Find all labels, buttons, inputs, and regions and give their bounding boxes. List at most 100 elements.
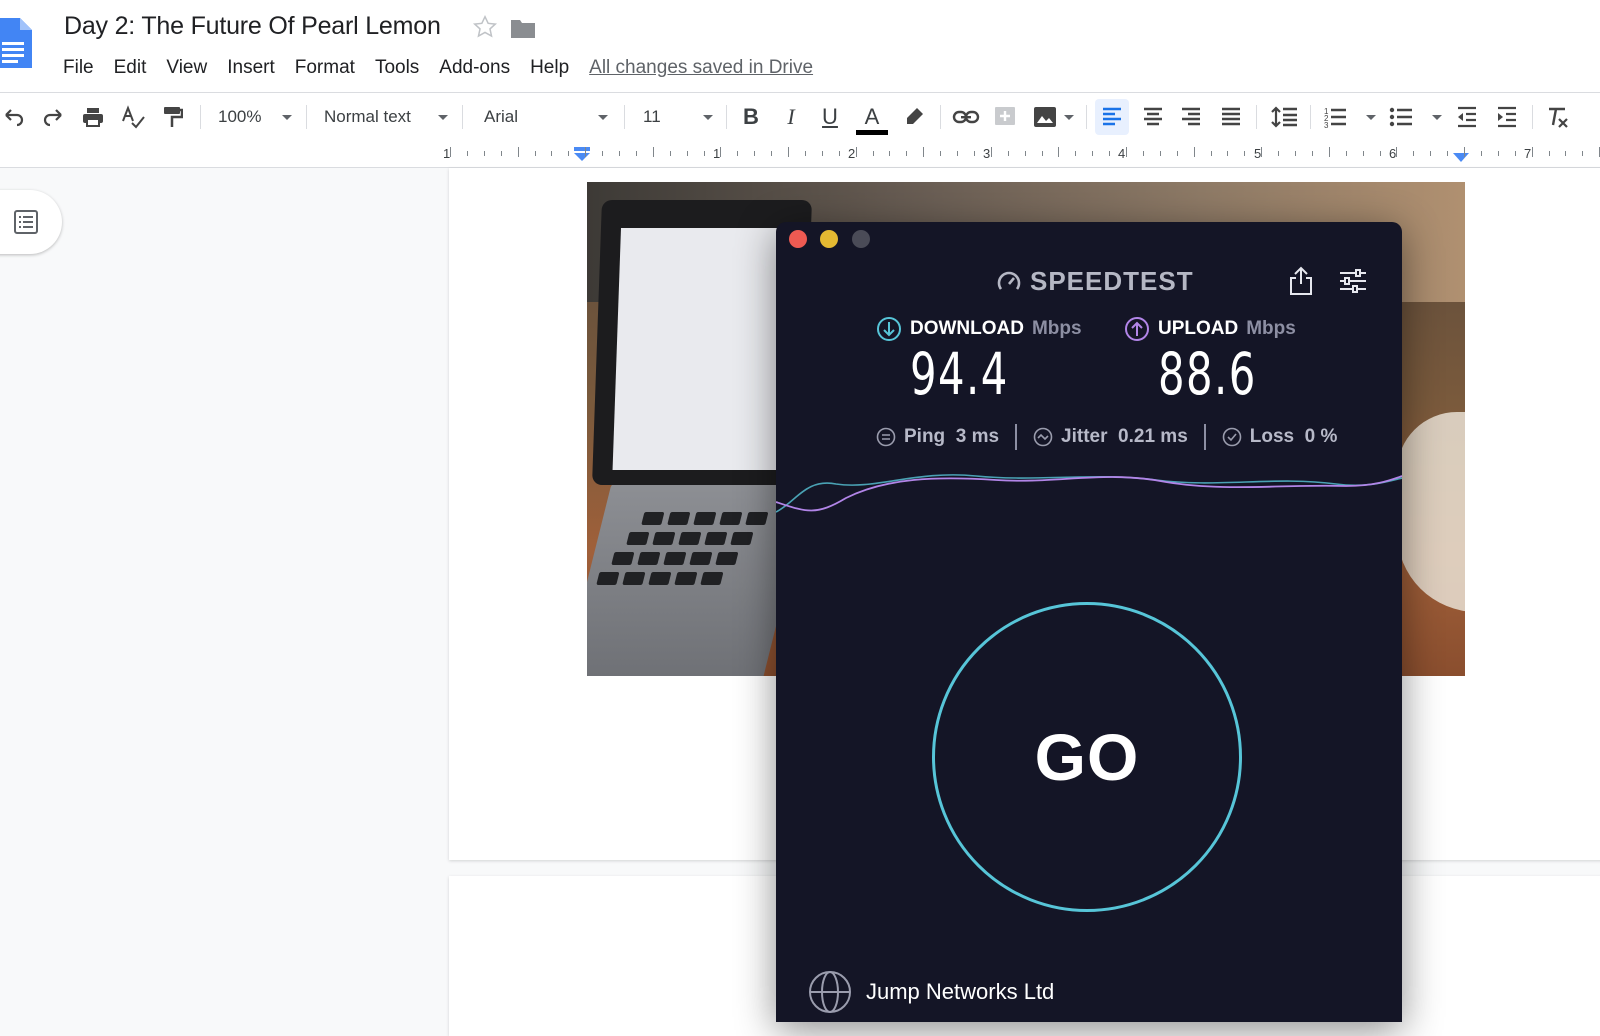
ruler-tick bbox=[703, 151, 705, 156]
settings-sliders-icon[interactable] bbox=[1338, 268, 1368, 294]
paint-format-button[interactable] bbox=[158, 93, 186, 141]
font-size-select[interactable]: 11 bbox=[643, 93, 713, 141]
ruler-tick bbox=[1379, 151, 1381, 156]
decrease-indent-button[interactable] bbox=[1452, 93, 1482, 141]
isp-name: Jump Networks Ltd bbox=[866, 979, 1055, 1004]
jitter-stat: Jitter 0.21 ms bbox=[1017, 426, 1204, 448]
insert-comment-button[interactable] bbox=[990, 93, 1020, 141]
text-color-button[interactable]: A bbox=[856, 93, 888, 141]
ruler-tick bbox=[1109, 151, 1111, 156]
align-center-button[interactable] bbox=[1138, 93, 1168, 141]
ping-text: Ping 3 ms bbox=[904, 426, 1000, 447]
close-window-button[interactable] bbox=[789, 230, 807, 248]
ruler-tick bbox=[1497, 151, 1499, 156]
text-color-swatch bbox=[856, 129, 888, 135]
document-title[interactable]: Day 2: The Future Of Pearl Lemon bbox=[64, 12, 441, 41]
paint-format-icon bbox=[164, 107, 183, 127]
star-icon[interactable] bbox=[472, 14, 498, 40]
ruler-tick bbox=[517, 147, 519, 157]
ruler-tick bbox=[1548, 151, 1550, 156]
numbered-list-button[interactable]: 123 bbox=[1320, 93, 1382, 141]
numbered-list-icon: 123 bbox=[1324, 107, 1376, 129]
go-button[interactable]: GO bbox=[932, 602, 1242, 912]
spellcheck-button[interactable] bbox=[118, 93, 148, 141]
ruler-tick bbox=[855, 147, 857, 157]
upload-unit: Mbps bbox=[1246, 318, 1296, 339]
ruler-tick bbox=[1362, 151, 1364, 156]
menu-file[interactable]: File bbox=[53, 57, 104, 79]
menu-insert[interactable]: Insert bbox=[217, 57, 285, 79]
ruler-tick bbox=[602, 151, 604, 156]
folder-icon[interactable] bbox=[510, 17, 536, 39]
ruler-tick bbox=[669, 151, 671, 156]
increase-indent-button[interactable] bbox=[1492, 93, 1522, 141]
chevron-down-icon bbox=[282, 115, 292, 120]
menu-view[interactable]: View bbox=[156, 57, 217, 79]
ruler-number: 4 bbox=[1118, 146, 1126, 161]
ruler-tick bbox=[1159, 151, 1161, 156]
italic-button[interactable]: I bbox=[778, 93, 804, 141]
zoom-select[interactable]: 100% bbox=[218, 93, 292, 141]
ruler-tick bbox=[973, 151, 975, 156]
ruler-tick bbox=[635, 151, 637, 156]
ruler-tick bbox=[923, 147, 925, 157]
bold-button[interactable]: B bbox=[738, 93, 764, 141]
menu-edit[interactable]: Edit bbox=[104, 57, 157, 79]
undo-button[interactable] bbox=[0, 93, 28, 141]
right-indent-marker[interactable] bbox=[1453, 151, 1469, 163]
underline-button[interactable]: U bbox=[816, 93, 844, 141]
bulleted-list-button[interactable] bbox=[1386, 93, 1448, 141]
upload-header: UPLOAD Mbps bbox=[1124, 316, 1296, 342]
download-label: DOWNLOAD bbox=[910, 318, 1024, 339]
left-indent-marker[interactable] bbox=[573, 146, 591, 164]
clear-formatting-button[interactable] bbox=[1544, 93, 1570, 141]
menu-format[interactable]: Format bbox=[285, 57, 365, 79]
text-color-icon: A bbox=[864, 103, 880, 129]
ruler-number: 7 bbox=[1524, 146, 1532, 161]
redo-button[interactable] bbox=[38, 93, 68, 141]
highlight-button[interactable] bbox=[900, 93, 928, 141]
menu-help[interactable]: Help bbox=[520, 57, 579, 79]
link-icon bbox=[952, 110, 980, 124]
ruler-tick bbox=[804, 151, 806, 156]
insert-link-button[interactable] bbox=[950, 93, 982, 141]
docs-logo-icon[interactable] bbox=[0, 16, 32, 70]
ruler-tick bbox=[990, 147, 992, 157]
ruler-tick bbox=[1041, 151, 1043, 156]
undo-icon bbox=[5, 109, 24, 127]
ruler-tick bbox=[1413, 151, 1415, 156]
share-icon[interactable] bbox=[1288, 266, 1314, 296]
ruler-tick bbox=[906, 151, 908, 156]
ruler-tick bbox=[838, 151, 840, 156]
loss-text: Loss 0 % bbox=[1249, 426, 1338, 447]
ruler-tick bbox=[771, 151, 773, 156]
minimize-window-button[interactable] bbox=[820, 230, 838, 248]
ruler-tick bbox=[1447, 151, 1449, 156]
paragraph-style-select[interactable]: Normal text bbox=[324, 93, 448, 141]
menu-tools[interactable]: Tools bbox=[365, 57, 429, 79]
align-justify-button[interactable] bbox=[1216, 93, 1246, 141]
font-family-select[interactable]: Arial bbox=[484, 93, 608, 141]
decrease-indent-icon bbox=[1458, 106, 1476, 128]
save-status-link[interactable]: All changes saved in Drive bbox=[589, 57, 813, 79]
line-spacing-button[interactable] bbox=[1268, 93, 1300, 141]
add-comment-icon bbox=[995, 107, 1015, 125]
zoom-window-button[interactable] bbox=[852, 230, 870, 248]
align-left-button[interactable] bbox=[1095, 99, 1129, 135]
print-button[interactable] bbox=[78, 93, 108, 141]
ruler-tick bbox=[1024, 151, 1026, 156]
document-outline-button[interactable] bbox=[0, 190, 62, 254]
ruler-tick bbox=[1142, 151, 1144, 156]
chevron-down-icon bbox=[438, 115, 448, 120]
ruler[interactable]: 1 1 2 3 4 5 6 7 bbox=[0, 141, 1600, 168]
insert-image-button[interactable] bbox=[1030, 93, 1076, 141]
ruler-tick bbox=[1176, 151, 1178, 156]
ruler-tick bbox=[957, 151, 958, 156]
isp-info[interactable]: Jump Networks Ltd bbox=[808, 970, 1054, 1014]
align-center-icon bbox=[1144, 107, 1162, 126]
ruler-tick bbox=[1007, 151, 1009, 156]
align-right-button[interactable] bbox=[1176, 93, 1206, 141]
loss-icon bbox=[1222, 427, 1242, 447]
ruler-number: 1 bbox=[713, 146, 721, 161]
menu-addons[interactable]: Add-ons bbox=[429, 57, 520, 79]
